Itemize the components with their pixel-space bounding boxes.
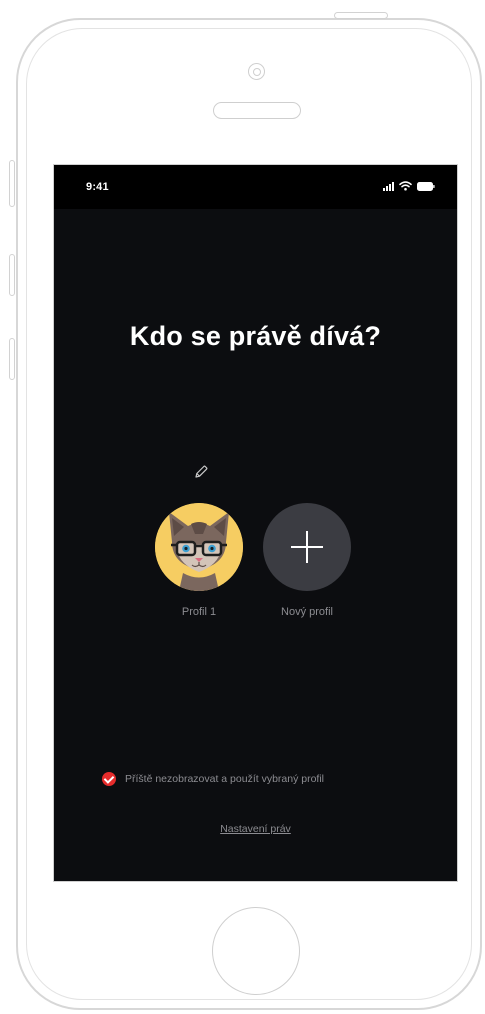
- add-profile-button[interactable]: [263, 503, 351, 591]
- earpiece-speaker: [213, 102, 301, 119]
- home-button[interactable]: [212, 907, 300, 995]
- volume-up-button: [9, 254, 15, 296]
- profile-label: Profil 1: [181, 606, 217, 618]
- side-switch: [9, 160, 15, 207]
- remember-profile-option[interactable]: Příště nezobrazovat a použít vybraný pro…: [102, 772, 324, 786]
- phone-screen: 9:41 Kdo se právě dívá? Profil 1 Nový pr…: [53, 164, 458, 882]
- remember-profile-label: Příště nezobrazovat a použít vybraný pro…: [125, 773, 325, 785]
- new-profile-item[interactable]: Nový profil: [261, 503, 353, 618]
- page-title: Kdo se právě dívá?: [129, 321, 382, 351]
- pencil-icon[interactable]: [192, 463, 210, 481]
- wifi-icon: [399, 181, 412, 191]
- status-time: 9:41: [86, 181, 109, 193]
- volume-down-button: [9, 338, 15, 380]
- cat-with-glasses-avatar: [155, 503, 243, 591]
- signal-icon: [383, 181, 394, 191]
- rights-settings-link[interactable]: Nastavení práv: [54, 823, 457, 835]
- avatar[interactable]: [155, 503, 243, 591]
- status-icons: [383, 181, 435, 191]
- battery-icon: [417, 181, 435, 191]
- profile-item[interactable]: Profil 1: [153, 503, 245, 618]
- power-button: [334, 12, 388, 19]
- checkbox-checked-icon[interactable]: [102, 772, 116, 786]
- status-bar: 9:41: [54, 165, 457, 209]
- front-camera: [248, 63, 265, 80]
- new-profile-label: Nový profil: [281, 606, 333, 618]
